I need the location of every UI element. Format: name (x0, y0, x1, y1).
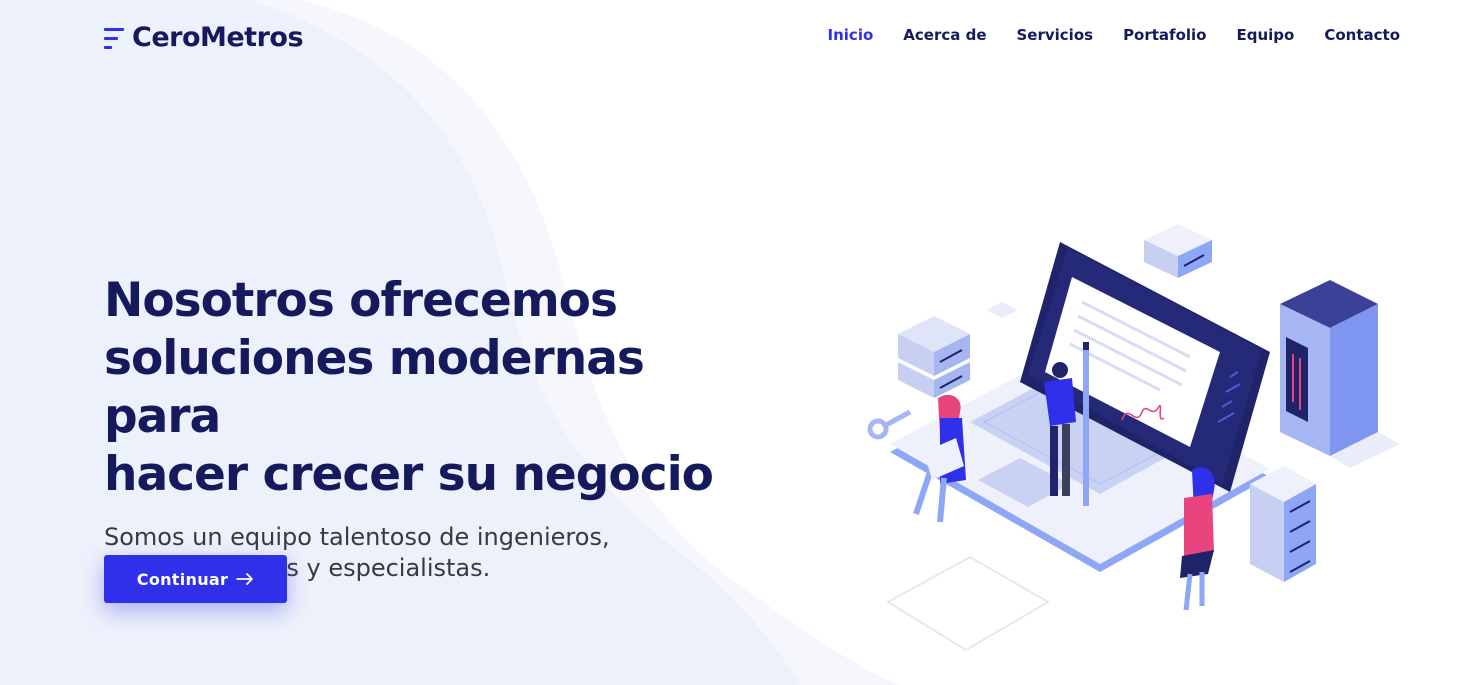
nav-item-portafolio[interactable]: Portafolio (1123, 26, 1206, 44)
landing-page: CeroMetros Inicio Acerca de Servicios Po… (0, 0, 1484, 685)
nav-item-servicios[interactable]: Servicios (1017, 26, 1094, 44)
brand-name: CeroMetros (132, 22, 304, 53)
arrow-right-icon (236, 573, 254, 585)
server-tower-right (1280, 280, 1400, 468)
hero-title-line-2: soluciones modernas para (104, 331, 645, 444)
server-stack-top (1144, 224, 1212, 278)
server-stack-left (898, 316, 970, 398)
main-navigation: Inicio Acerca de Servicios Portafolio Eq… (828, 26, 1400, 44)
continue-button-label: Continuar (136, 569, 229, 589)
nav-item-inicio[interactable]: Inicio (828, 26, 874, 44)
floor-diamond-outline (886, 555, 1050, 652)
hero-title-line-3: hacer crecer su negocio (104, 447, 714, 502)
menu-lines-icon (104, 25, 126, 51)
hero-title-line-1: Nosotros ofrecemos (104, 273, 618, 328)
nav-item-contacto[interactable]: Contacto (1324, 26, 1400, 44)
nav-item-acerca-de[interactable]: Acerca de (903, 26, 986, 44)
hero-title: Nosotros ofrecemos soluciones modernas p… (104, 272, 744, 504)
nav-item-equipo[interactable]: Equipo (1236, 26, 1294, 44)
key-icon (867, 409, 912, 440)
isometric-laptop-team-illustration (867, 224, 1400, 652)
server-stack-bottom-right (1250, 466, 1316, 582)
hero-section: Nosotros ofrecemos soluciones modernas p… (104, 272, 744, 584)
brand-logo[interactable]: CeroMetros (104, 22, 304, 53)
hero-subtitle-line-1: Somos un equipo talentoso de ingenieros, (104, 523, 610, 551)
floating-tile (986, 302, 1018, 318)
continue-button[interactable]: Continuar (104, 555, 287, 603)
